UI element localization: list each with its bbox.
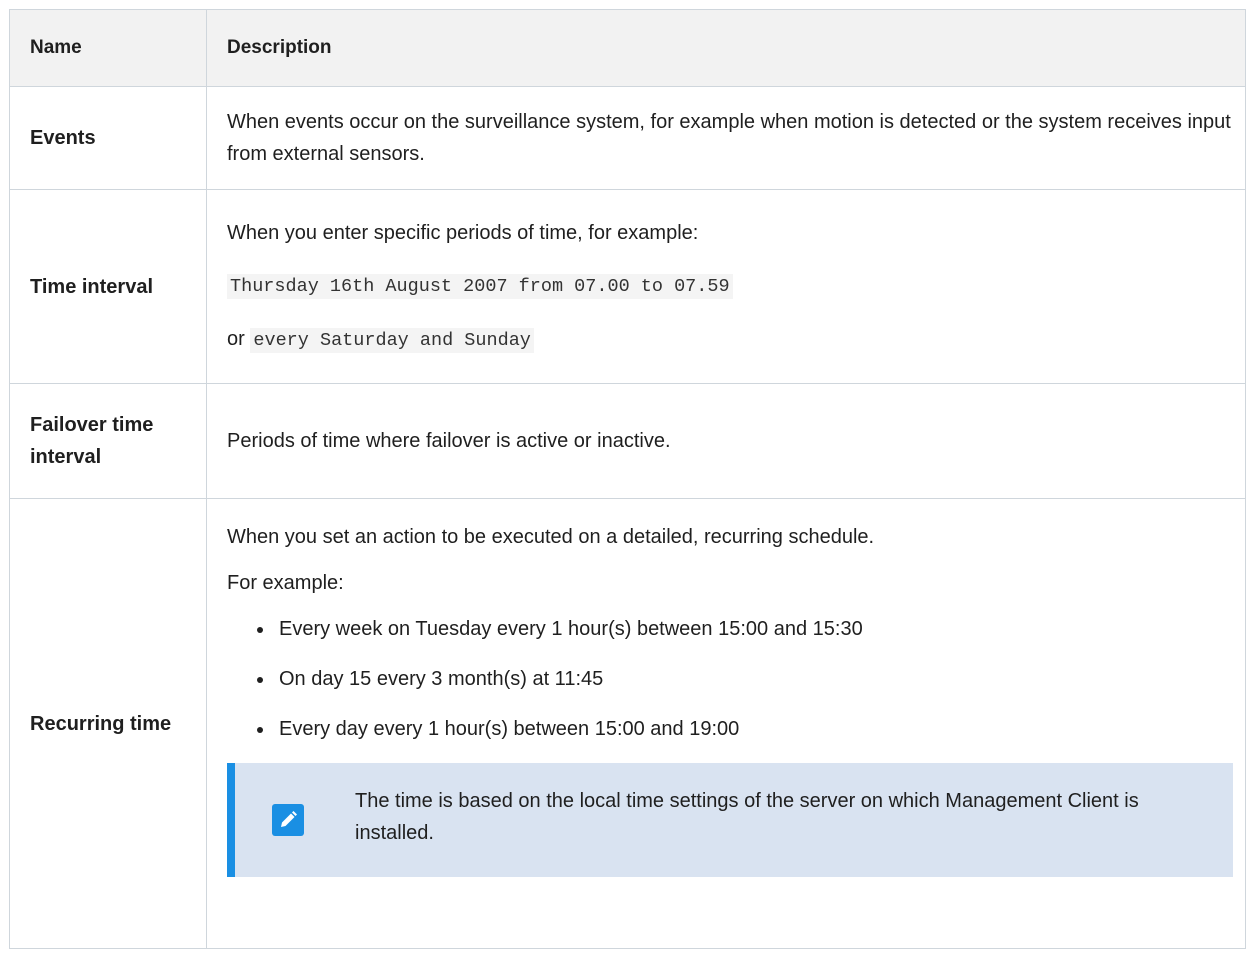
row-description-time-interval: When you enter specific periods of time,… [206,189,1246,384]
note-text: The time is based on the local time sett… [355,790,1139,844]
bullet-icon [257,727,263,733]
table-row-events: Events When events occur on the surveill… [9,86,1246,190]
list-item: Every week on Tuesday every 1 hour(s) be… [255,613,1233,645]
time-interval-intro: When you enter specific periods of time,… [227,221,699,244]
recurring-examples-list: Every week on Tuesday every 1 hour(s) be… [227,613,1233,745]
header-description: Description [206,9,1246,87]
list-item-text: Every week on Tuesday every 1 hour(s) be… [279,618,863,640]
bullet-icon [257,677,263,683]
row-name-time-interval: Time interval [9,189,207,384]
schedule-types-table: Name Description Events When events occu… [9,9,1246,949]
row-name-failover: Failover time interval [9,383,207,499]
header-name: Name [9,9,207,87]
list-item: On day 15 every 3 month(s) at 11:45 [255,663,1233,695]
row-description-failover: Periods of time where failover is active… [206,383,1246,499]
table-row-recurring: Recurring time When you set an action to… [9,498,1246,949]
events-description: When events occur on the surveillance sy… [227,111,1231,165]
note-box: The time is based on the local time sett… [227,763,1233,877]
list-item-text: On day 15 every 3 month(s) at 11:45 [279,668,604,690]
bullet-icon [257,627,263,633]
table-row-time-interval: Time interval When you enter specific pe… [9,189,1246,384]
row-description-events: When events occur on the surveillance sy… [206,86,1246,190]
time-interval-example-1: Thursday 16th August 2007 from 07.00 to … [227,269,1233,303]
row-name-events: Events [9,86,207,190]
pencil-icon [272,804,304,836]
list-item: Every day every 1 hour(s) between 15:00 … [255,713,1233,745]
failover-description: Periods of time where failover is active… [227,430,671,452]
recurring-for-example: For example: [227,572,344,594]
row-name-recurring: Recurring time [9,498,207,949]
table-header-row: Name Description [9,9,1246,87]
row-description-recurring: When you set an action to be executed on… [206,498,1246,949]
list-item-text: Every day every 1 hour(s) between 15:00 … [279,718,740,740]
code-example-2: every Saturday and Sunday [250,327,534,353]
recurring-intro: When you set an action to be executed on… [227,526,875,548]
code-example-1: Thursday 16th August 2007 from 07.00 to … [227,273,733,299]
or-label: or [227,327,245,350]
time-interval-example-2: or every Saturday and Sunday [227,323,1233,357]
table-row-failover: Failover time interval Periods of time w… [9,383,1246,499]
